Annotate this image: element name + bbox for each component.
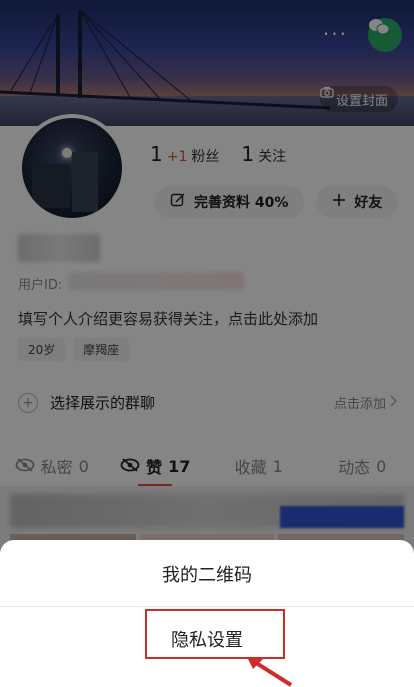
qr-code-option[interactable]: 我的二维码 [0, 542, 414, 606]
qr-code-label: 我的二维码 [162, 565, 252, 586]
highlight-annotation [145, 609, 285, 659]
arrow-annotation-icon [247, 657, 293, 687]
